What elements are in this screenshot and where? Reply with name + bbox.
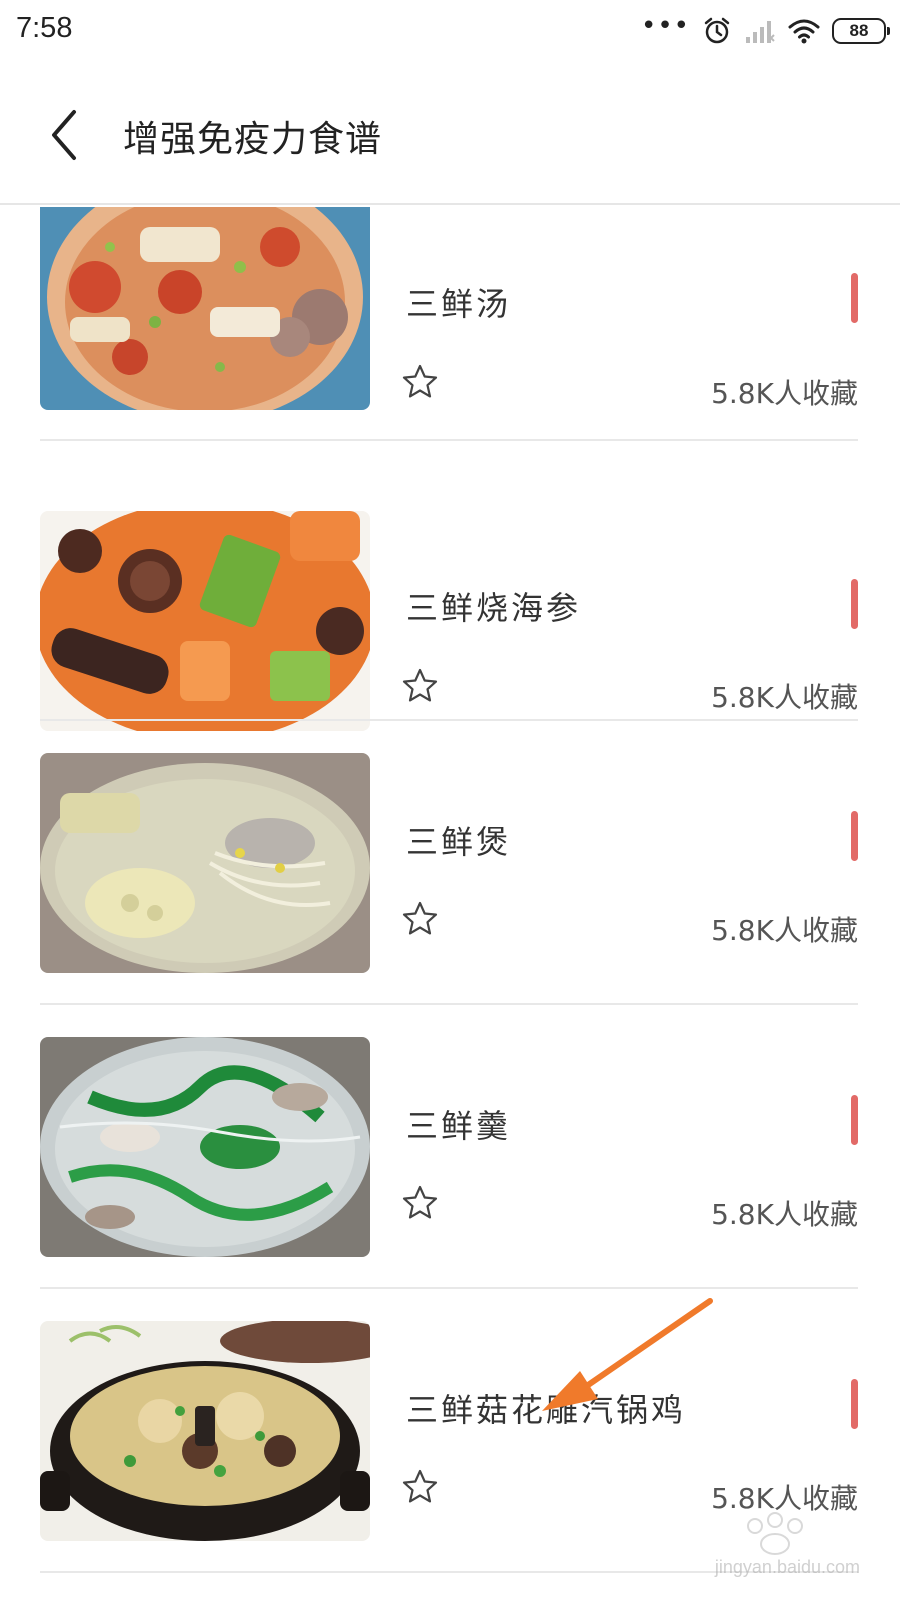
recipe-name[interactable]: 三鲜煲 (406, 817, 511, 863)
paw-logo-icon (747, 1512, 803, 1555)
accent-bar (851, 1379, 858, 1429)
recipe-list: 三鲜汤 5.8K人收藏 三鲜烧海参 5.8K人收藏 三鲜煲 5.8K人收藏 三鲜… (0, 207, 900, 1573)
recipe-item[interactable]: 三鲜煲 5.8K人收藏 (0, 721, 900, 1008)
recipe-name[interactable]: 三鲜羹 (406, 1101, 511, 1147)
status-time: 7:58 (16, 12, 73, 44)
accent-bar (851, 579, 858, 629)
favorite-count: 5.8K人收藏 (711, 1198, 858, 1231)
battery-level: 88 (849, 21, 869, 40)
accent-bar (851, 1095, 858, 1145)
recipe-thumbnail[interactable] (40, 207, 370, 410)
lotus-pot-image (40, 753, 370, 973)
recipe-thumbnail[interactable] (40, 1321, 370, 1541)
star-icon[interactable] (400, 362, 440, 402)
recipe-item[interactable]: 三鲜羹 5.8K人收藏 (0, 1005, 900, 1292)
recipe-thumbnail[interactable] (40, 511, 370, 731)
accent-bar (851, 273, 858, 323)
star-icon[interactable] (400, 899, 440, 939)
recipe-name[interactable]: 三鲜汤 (406, 279, 511, 325)
battery-icon: 88 (832, 18, 890, 44)
page-title: 增强免疫力食谱 (123, 119, 383, 160)
status-icons: ••• 88 (640, 11, 890, 48)
watermark: jingyan.baidu.com (680, 1508, 860, 1578)
app-header: 增强免疫力食谱 (0, 70, 900, 205)
recipe-name[interactable]: 三鲜烧海参 (406, 583, 581, 629)
alarm-icon (704, 17, 730, 44)
recipe-item[interactable]: 三鲜烧海参 5.8K人收藏 (0, 441, 900, 731)
soup-image (40, 207, 370, 410)
favorite-count: 5.8K人收藏 (711, 681, 858, 714)
accent-bar (851, 811, 858, 861)
favorite-count: 5.8K人收藏 (711, 914, 858, 947)
signal-icon (746, 21, 775, 43)
star-icon[interactable] (400, 666, 440, 706)
chevron-left-icon[interactable] (42, 102, 92, 168)
star-icon[interactable] (400, 1183, 440, 1223)
annotation-arrow-icon (542, 1298, 713, 1411)
recipe-thumbnail[interactable] (40, 753, 370, 973)
favorite-count: 5.8K人收藏 (711, 377, 858, 410)
recipe-thumbnail[interactable] (40, 1037, 370, 1257)
status-bar: 7:58 ••• 88 (0, 0, 900, 62)
sea-cucumber-image (40, 511, 370, 731)
wifi-icon (788, 19, 820, 44)
claypot-chicken-image (40, 1321, 370, 1541)
watermark-text: jingyan.baidu.com (714, 1557, 860, 1577)
star-icon[interactable] (400, 1467, 440, 1507)
more-dots-icon: ••• (640, 11, 690, 41)
vermicelli-soup-image (40, 1037, 370, 1257)
